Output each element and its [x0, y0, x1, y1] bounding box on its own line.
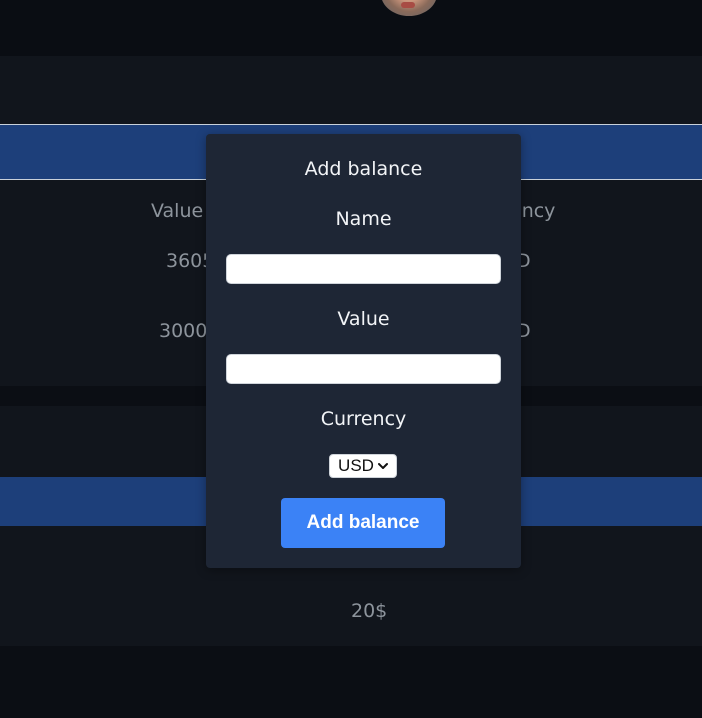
modal-title: Add balance [304, 158, 423, 180]
currency-select[interactable]: USD [329, 454, 397, 478]
chevron-down-icon [377, 463, 388, 469]
value-input[interactable] [226, 354, 501, 384]
name-input[interactable] [226, 254, 501, 284]
add-balance-button[interactable]: Add balance [281, 498, 445, 548]
add-balance-modal: Add balance Name Value Currency USD Add … [206, 134, 521, 568]
summary-value: 20$ [351, 600, 388, 622]
page: ·· ·· · Value ency 3605 D 3000 D · · · 2… [0, 0, 702, 718]
column-header-value: Value [151, 200, 204, 222]
avatar[interactable] [381, 0, 437, 16]
value-label: Value [337, 308, 390, 330]
currency-select-value: USD [338, 456, 374, 475]
header-cropped-text: ·· ·· · [48, 0, 102, 9]
top-header: ·· ·· · [0, 0, 702, 56]
name-label: Name [335, 208, 392, 230]
currency-label: Currency [320, 408, 407, 430]
row-2-value: 3000 [159, 320, 208, 342]
